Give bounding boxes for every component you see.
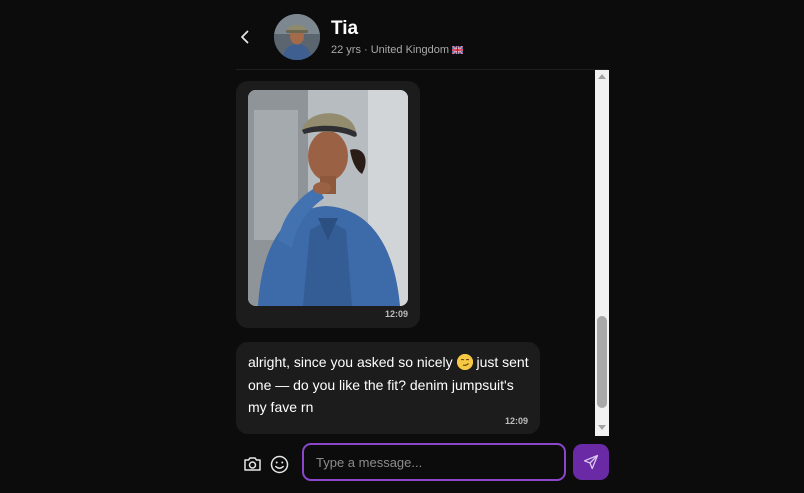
chevron-left-icon [241, 30, 249, 44]
chat-scrollbar[interactable] [595, 70, 609, 436]
message-time: 12:09 [384, 309, 408, 319]
contact-name: Tia [331, 18, 359, 39]
scroll-down-arrow-icon[interactable] [598, 425, 606, 430]
uk-flag-icon [451, 45, 464, 57]
smirk-emoji-icon [456, 354, 473, 370]
message-time: 12:09 [504, 416, 528, 426]
scroll-thumb[interactable] [597, 316, 607, 408]
emoji-button[interactable] [268, 453, 290, 475]
scroll-up-arrow-icon[interactable] [598, 74, 606, 79]
send-button[interactable] [573, 444, 609, 480]
photo-attachment[interactable] [248, 90, 408, 306]
back-button[interactable] [236, 22, 254, 52]
camera-button[interactable] [241, 453, 263, 475]
message-bubble-text: alright, since you asked so nicely just … [236, 342, 540, 434]
send-icon [583, 454, 599, 470]
message-input[interactable] [302, 443, 566, 481]
avatar[interactable] [274, 14, 320, 60]
smiley-icon [270, 455, 288, 473]
message-text-part: alright, since you asked so nicely [248, 354, 457, 370]
camera-icon [243, 457, 261, 471]
message-composer [236, 436, 610, 493]
message-text: alright, since you asked so nicely just … [248, 351, 532, 419]
contact-age-location: 22 yrs · United Kingdom [331, 44, 449, 56]
chat-header: Tia 22 yrs · United Kingdom [236, 0, 608, 70]
contact-meta: 22 yrs · United Kingdom [331, 44, 464, 57]
message-bubble-image: 12:09 [236, 81, 420, 328]
message-list[interactable]: 12:09 alright, since you asked so nicely… [236, 70, 595, 436]
